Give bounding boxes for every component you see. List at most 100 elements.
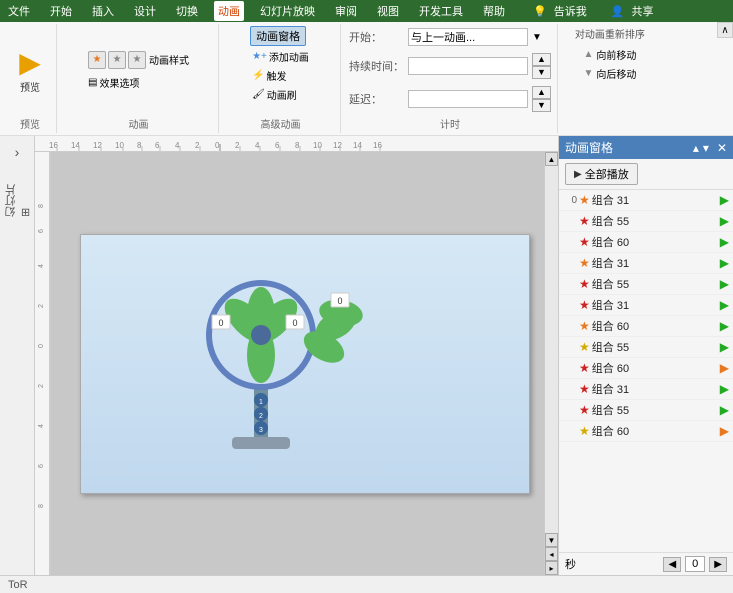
anim-list-item[interactable]: ★ 组合 55 ▶: [559, 400, 733, 421]
svg-text:14: 14: [353, 141, 362, 150]
anim-list-item[interactable]: ★ 组合 55 ▶: [559, 337, 733, 358]
anim-play-icon[interactable]: ▶: [720, 382, 729, 396]
scroll-down-btn[interactable]: ▼: [545, 533, 558, 547]
animation-group-label: 动画: [129, 114, 149, 131]
anim-item-name: 组合 31: [592, 192, 718, 208]
anim-panel-down-btn[interactable]: ▾: [703, 141, 709, 155]
anim-play-icon[interactable]: ▶: [720, 361, 729, 375]
anim-star-icon: ★: [579, 319, 590, 333]
status-bar: ToR: [0, 575, 733, 593]
move-forward-button[interactable]: ▲ 向前移动: [579, 45, 640, 64]
vertical-scrollbar[interactable]: ▲ ▼ ◂ ▸: [544, 152, 558, 575]
menu-file[interactable]: 文件: [4, 1, 34, 21]
anim-play-icon[interactable]: ▶: [720, 256, 729, 270]
anim-play-icon[interactable]: ▶: [720, 424, 729, 438]
anim-star-icon: ★: [579, 214, 590, 228]
anim-play-icon[interactable]: ▶: [720, 298, 729, 312]
left-arrow-btn[interactable]: ›: [11, 140, 24, 164]
delay-up-btn[interactable]: ▲: [532, 86, 551, 99]
footer-seconds-label: 秒: [565, 556, 576, 572]
menu-slideshow[interactable]: 幻灯片放映: [256, 1, 319, 21]
ribbon-collapse-btn[interactable]: ∧: [717, 22, 733, 38]
delay-down-btn[interactable]: ▼: [532, 99, 551, 112]
slides-icon: ⊞: [20, 208, 32, 217]
scroll-up-btn[interactable]: ▲: [545, 152, 558, 166]
anim-play-icon[interactable]: ▶: [720, 193, 729, 207]
anim-list-item[interactable]: ★ 组合 55 ▶: [559, 274, 733, 295]
footer-nav: ◀ 0 ▶: [663, 556, 727, 572]
anim-star-icon: ★: [579, 193, 590, 207]
svg-text:0: 0: [337, 296, 342, 306]
add-anim-button[interactable]: ★+ 添加动画: [250, 48, 311, 65]
anim-play-icon[interactable]: ▶: [720, 235, 729, 249]
effect-options-button[interactable]: ▤ 效果选项: [84, 73, 193, 92]
start-label: 开始：: [349, 29, 404, 45]
menu-review[interactable]: 审阅: [331, 1, 361, 21]
anim-list-item[interactable]: ★ 组合 60 ▶: [559, 421, 733, 442]
anim-window-button[interactable]: 动画窗格: [250, 26, 306, 46]
menu-home[interactable]: 开始: [46, 1, 76, 21]
slides-panel-label[interactable]: ⊞ 幻灯片: [3, 184, 32, 217]
anim-item-name: 组合 60: [592, 318, 718, 334]
timing-group-label: 计时: [440, 114, 460, 131]
ruler-vertical: 8 6 4 2 0 2 4 6 8: [35, 152, 51, 575]
menu-devtools[interactable]: 开发工具: [415, 1, 467, 21]
delay-label: 延迟：: [349, 91, 404, 107]
anim-item-name: 组合 31: [592, 297, 718, 313]
svg-text:0: 0: [215, 141, 220, 150]
menu-switch[interactable]: 切换: [172, 1, 202, 21]
anim-play-icon[interactable]: ▶: [720, 277, 729, 291]
duration-input[interactable]: [408, 57, 528, 75]
preview-button[interactable]: ▶ 预览: [10, 45, 50, 96]
start-input[interactable]: [408, 28, 528, 46]
anim-list-item[interactable]: ★ 组合 60 ▶: [559, 358, 733, 379]
footer-next-btn[interactable]: ▶: [709, 557, 727, 572]
forward-icon: ▲: [583, 49, 593, 60]
anim-play-icon[interactable]: ▶: [720, 403, 729, 417]
duration-up-btn[interactable]: ▲: [532, 53, 551, 66]
move-backward-button[interactable]: ▼ 向后移动: [579, 64, 640, 83]
menu-help[interactable]: 帮助: [479, 1, 509, 21]
anim-list-item[interactable]: 0 ★ 组合 31 ▶: [559, 190, 733, 211]
anim-panel-close-btn[interactable]: ✕: [717, 141, 727, 155]
svg-text:8: 8: [38, 504, 45, 508]
duration-down-btn[interactable]: ▼: [532, 66, 551, 79]
anim-panel-up-btn[interactable]: ▴: [693, 141, 699, 155]
anim-style-button[interactable]: ★ ★ ★ 动画样式: [84, 49, 193, 71]
svg-text:0: 0: [38, 344, 45, 348]
anim-list-item[interactable]: ★ 组合 60 ▶: [559, 316, 733, 337]
anim-list-item[interactable]: ★ 组合 31 ▶: [559, 379, 733, 400]
menu-design[interactable]: 设计: [130, 1, 160, 21]
animation-panel: 动画窗格 ▴ ▾ ✕ ▶ 全部播放 0 ★ 组合 31 ▶ ★ 组合 55 ▶: [558, 136, 733, 575]
anim-play-icon[interactable]: ▶: [720, 319, 729, 333]
anim-num: 0: [563, 195, 577, 206]
delay-input[interactable]: [408, 90, 528, 108]
anim-play-icon[interactable]: ▶: [720, 214, 729, 228]
anim-list-item[interactable]: ★ 组合 60 ▶: [559, 232, 733, 253]
play-all-button[interactable]: ▶ 全部播放: [565, 163, 638, 185]
svg-text:2: 2: [38, 304, 45, 308]
menu-tell[interactable]: 💡 告诉我: [529, 1, 595, 21]
anim-item-name: 组合 55: [592, 213, 718, 229]
effect-icon: ▤: [88, 77, 97, 88]
anim-brush-button[interactable]: 🖌 动画刷: [250, 86, 299, 103]
footer-prev-btn[interactable]: ◀: [663, 557, 681, 572]
preview-group-label: 预览: [20, 114, 40, 131]
anim-list-item[interactable]: ★ 组合 31 ▶: [559, 253, 733, 274]
scroll-extra-btn2[interactable]: ▸: [545, 561, 558, 575]
anim-list-item[interactable]: ★ 组合 55 ▶: [559, 211, 733, 232]
svg-text:3: 3: [259, 427, 263, 434]
menu-insert[interactable]: 插入: [88, 1, 118, 21]
menu-view[interactable]: 视图: [373, 1, 403, 21]
anim-play-row: ▶ 全部播放: [559, 159, 733, 190]
trigger-icon: ⚡: [252, 70, 264, 81]
menu-share[interactable]: 👤 共享: [607, 1, 662, 21]
menu-bar: 文件 开始 插入 设计 切换 动画 幻灯片放映 审阅 视图 开发工具 帮助 💡 …: [0, 0, 733, 22]
start-dropdown-icon[interactable]: ▼: [532, 32, 542, 43]
anim-play-icon[interactable]: ▶: [720, 340, 729, 354]
anim-list-item[interactable]: ★ 组合 31 ▶: [559, 295, 733, 316]
scroll-extra-btn1[interactable]: ◂: [545, 547, 558, 561]
menu-animation[interactable]: 动画: [214, 1, 244, 21]
anim-star-icon: ★: [579, 277, 590, 291]
trigger-button[interactable]: ⚡ 触发: [250, 67, 288, 84]
